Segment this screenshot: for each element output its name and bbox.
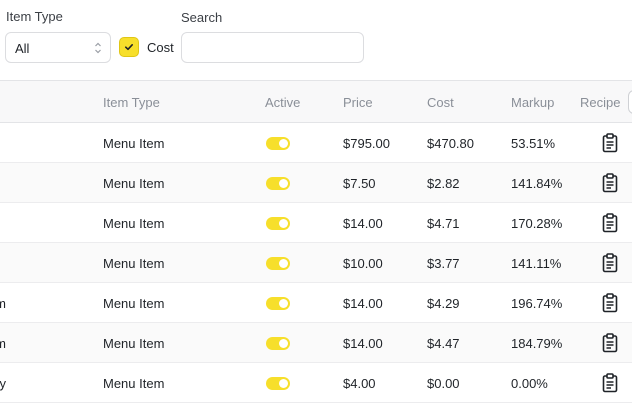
filter-bar: Item Type All Cost Search bbox=[0, 0, 632, 80]
clipboard-icon[interactable] bbox=[602, 173, 618, 193]
table-row[interactable]: y Menu Item $4.00 $0.00 0.00% bbox=[0, 363, 632, 403]
toggle-knob bbox=[279, 259, 288, 268]
toggle-knob bbox=[279, 299, 288, 308]
price-cell: $7.50 bbox=[343, 176, 376, 191]
item-type-cell: Menu Item bbox=[103, 376, 165, 391]
markup-cell: 141.84% bbox=[511, 176, 563, 191]
active-toggle[interactable] bbox=[266, 377, 290, 390]
active-toggle[interactable] bbox=[266, 137, 290, 150]
table-row[interactable]: m Menu Item $14.00 $4.47 184.79% bbox=[0, 323, 632, 363]
active-toggle[interactable] bbox=[266, 177, 290, 190]
clipboard-icon[interactable] bbox=[602, 133, 618, 153]
table-header: Item Type Active Price Cost Markup Recip… bbox=[0, 80, 632, 123]
price-cell: $14.00 bbox=[343, 216, 383, 231]
table-row[interactable]: Menu Item $14.00 $4.71 170.28% bbox=[0, 203, 632, 243]
cost-cell: $470.80 bbox=[427, 136, 474, 151]
item-name-cell: m bbox=[0, 336, 6, 351]
table-row[interactable]: m Menu Item $14.00 $4.29 196.74% bbox=[0, 283, 632, 323]
cost-checkbox[interactable] bbox=[119, 37, 139, 57]
price-cell: $795.00 bbox=[343, 136, 390, 151]
active-toggle[interactable] bbox=[266, 337, 290, 350]
item-type-select[interactable]: All bbox=[5, 32, 111, 63]
active-toggle[interactable] bbox=[266, 297, 290, 310]
toggle-knob bbox=[279, 219, 288, 228]
price-cell: $4.00 bbox=[343, 376, 376, 391]
item-type-cell: Menu Item bbox=[103, 216, 165, 231]
chevron-updown-icon bbox=[95, 42, 101, 54]
cost-cell: $2.82 bbox=[427, 176, 460, 191]
check-icon bbox=[125, 44, 133, 51]
cost-cell: $0.00 bbox=[427, 376, 460, 391]
column-options-button[interactable] bbox=[628, 90, 632, 114]
toggle-knob bbox=[279, 139, 288, 148]
price-cell: $14.00 bbox=[343, 296, 383, 311]
toggle-knob bbox=[279, 379, 288, 388]
toggle-knob bbox=[279, 339, 288, 348]
clipboard-icon[interactable] bbox=[602, 373, 618, 393]
items-table: Item Type Active Price Cost Markup Recip… bbox=[0, 80, 632, 403]
table-body: Menu Item $795.00 $470.80 53.51% Menu Item $7… bbox=[0, 123, 632, 403]
search-input[interactable] bbox=[181, 32, 364, 63]
item-type-label: Item Type bbox=[6, 9, 63, 24]
cost-cell: $4.47 bbox=[427, 336, 460, 351]
column-header-active[interactable]: Active bbox=[265, 95, 300, 110]
table-row[interactable]: Menu Item $10.00 $3.77 141.11% bbox=[0, 243, 632, 283]
price-cell: $10.00 bbox=[343, 256, 383, 271]
column-header-recipe[interactable]: Recipe bbox=[580, 95, 620, 110]
cost-checkbox-label[interactable]: Cost bbox=[147, 40, 174, 55]
cost-cell: $4.71 bbox=[427, 216, 460, 231]
column-header-cost[interactable]: Cost bbox=[427, 95, 454, 110]
column-header-item-type[interactable]: Item Type bbox=[103, 95, 160, 110]
price-cell: $14.00 bbox=[343, 336, 383, 351]
active-toggle[interactable] bbox=[266, 217, 290, 230]
table-row[interactable]: Menu Item $7.50 $2.82 141.84% bbox=[0, 163, 632, 203]
markup-cell: 53.51% bbox=[511, 136, 556, 151]
item-type-cell: Menu Item bbox=[103, 256, 165, 271]
active-toggle[interactable] bbox=[266, 257, 290, 270]
clipboard-icon[interactable] bbox=[602, 293, 618, 313]
item-type-cell: Menu Item bbox=[103, 136, 165, 151]
item-name-cell: m bbox=[0, 296, 6, 311]
clipboard-icon[interactable] bbox=[602, 213, 618, 233]
item-type-cell: Menu Item bbox=[103, 336, 165, 351]
markup-cell: 184.79% bbox=[511, 336, 563, 351]
item-type-value: All bbox=[15, 41, 30, 56]
item-type-cell: Menu Item bbox=[103, 176, 165, 191]
item-name-cell: y bbox=[0, 376, 6, 391]
search-label: Search bbox=[181, 10, 223, 25]
markup-cell: 170.28% bbox=[511, 216, 563, 231]
toggle-knob bbox=[279, 179, 288, 188]
table-row[interactable]: Menu Item $795.00 $470.80 53.51% bbox=[0, 123, 632, 163]
markup-cell: 141.11% bbox=[511, 256, 562, 271]
markup-cell: 196.74% bbox=[511, 296, 563, 311]
cost-cell: $3.77 bbox=[427, 256, 460, 271]
item-type-cell: Menu Item bbox=[103, 296, 165, 311]
markup-cell: 0.00% bbox=[511, 376, 548, 391]
column-header-markup[interactable]: Markup bbox=[511, 95, 554, 110]
cost-cell: $4.29 bbox=[427, 296, 460, 311]
column-header-price[interactable]: Price bbox=[343, 95, 373, 110]
clipboard-icon[interactable] bbox=[602, 253, 618, 273]
clipboard-icon[interactable] bbox=[602, 333, 618, 353]
